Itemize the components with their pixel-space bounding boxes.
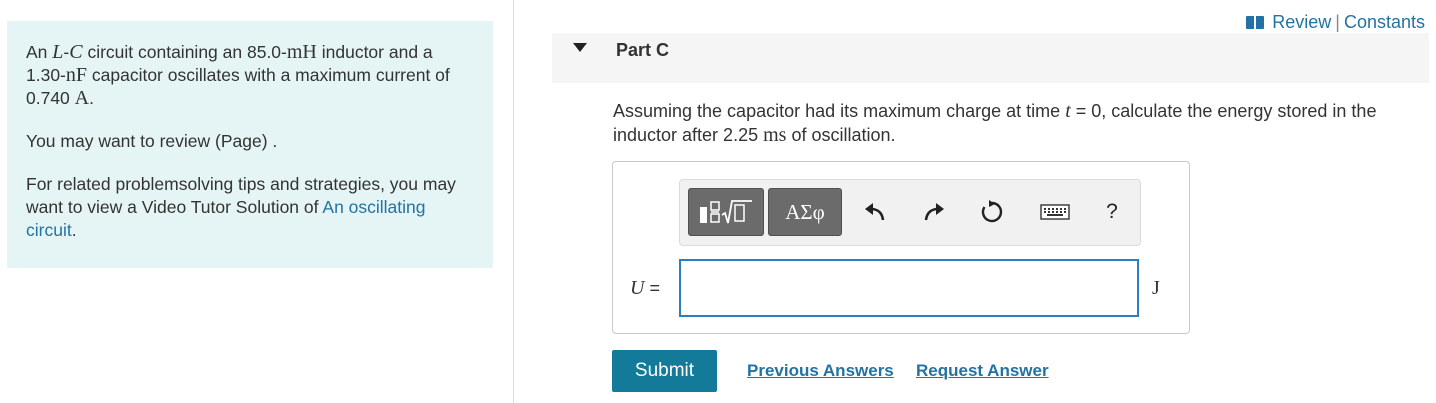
book-icon bbox=[1246, 16, 1265, 29]
template-button[interactable] bbox=[688, 188, 764, 236]
help-icon[interactable]: ? bbox=[1098, 198, 1126, 226]
reset-icon[interactable] bbox=[978, 198, 1006, 226]
previous-answers-link[interactable]: Previous Answers bbox=[747, 361, 894, 381]
greek-symbols-button[interactable]: ΑΣφ bbox=[768, 188, 842, 236]
answer-input[interactable] bbox=[679, 259, 1139, 317]
review-constants-bar: Review | Constants bbox=[1246, 12, 1425, 33]
separator: | bbox=[1335, 12, 1340, 32]
constants-link[interactable]: Constants bbox=[1344, 12, 1425, 33]
tips-text: For related problemsolving tips and stra… bbox=[26, 174, 456, 240]
collapse-triangle-icon[interactable] bbox=[573, 43, 587, 52]
redo-icon[interactable] bbox=[920, 198, 948, 226]
part-title: Part C bbox=[616, 40, 670, 60]
unit-label: J bbox=[1152, 277, 1160, 299]
review-hint: You may want to review (Page) . bbox=[26, 131, 278, 151]
keyboard-icon[interactable] bbox=[1040, 198, 1070, 226]
problem-panel: An L-C circuit containing an 85.0-mH ind… bbox=[7, 21, 493, 268]
template-icon bbox=[700, 200, 752, 224]
answer-box: ΑΣφ ? U = J bbox=[612, 161, 1190, 334]
undo-icon[interactable] bbox=[861, 198, 889, 226]
panel-divider bbox=[513, 0, 514, 403]
review-link[interactable]: Review bbox=[1272, 12, 1331, 33]
question-text: Assuming the capacitor had its maximum c… bbox=[613, 100, 1377, 146]
submit-button[interactable]: Submit bbox=[612, 350, 717, 392]
part-header[interactable]: Part C bbox=[552, 33, 1429, 83]
math-toolbar: ΑΣφ ? bbox=[679, 179, 1141, 246]
answer-variable-label: U = bbox=[630, 277, 660, 299]
request-answer-link[interactable]: Request Answer bbox=[916, 361, 1049, 381]
problem-statement: An L-C circuit containing an 85.0-mH ind… bbox=[26, 41, 450, 109]
